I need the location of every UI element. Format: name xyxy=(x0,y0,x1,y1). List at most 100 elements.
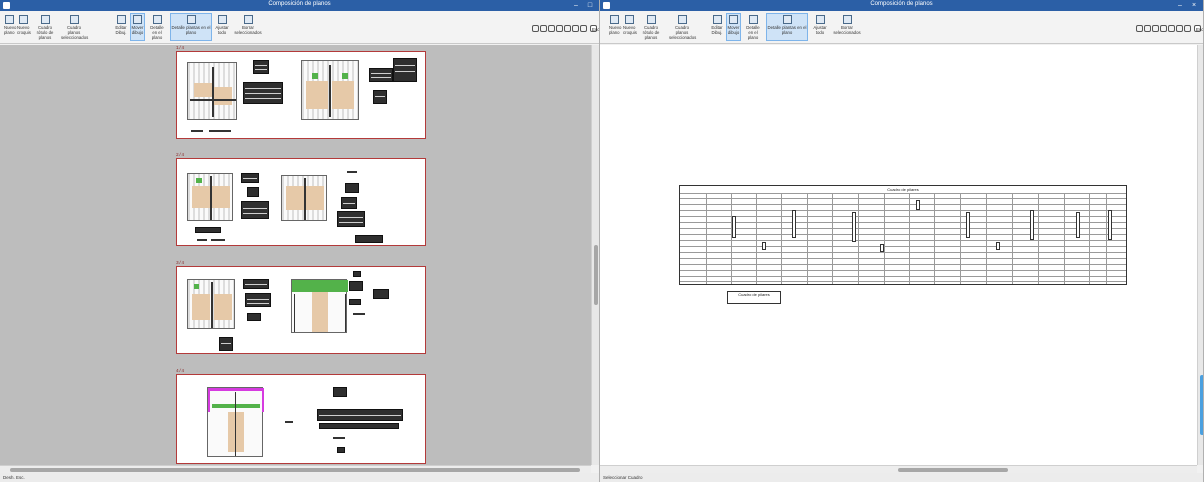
table-row-line xyxy=(680,264,1126,265)
scroll-thumb[interactable] xyxy=(10,468,580,472)
detail-button[interactable]: Detalle en el plano xyxy=(147,13,167,41)
floor-plan[interactable] xyxy=(281,175,327,221)
scroll-thumb[interactable] xyxy=(1200,375,1203,435)
table-row-line xyxy=(680,240,1126,241)
scale-select[interactable]: Esc. xyxy=(590,25,599,32)
detail-button[interactable]: Detalle en el plano xyxy=(743,13,763,41)
table-column-line xyxy=(858,193,859,284)
data-table xyxy=(247,313,261,321)
move-icon xyxy=(729,15,738,24)
data-table xyxy=(243,82,283,104)
schedule-legend-box[interactable]: Cuadro de pilares xyxy=(727,291,781,304)
title-block-button[interactable]: Cuadro rótulo de planos xyxy=(638,13,664,41)
column-schedule-table[interactable]: Cuadro de pilares xyxy=(679,185,1127,285)
title-block-button[interactable]: Cuadro rótulo de planos xyxy=(32,13,58,41)
data-table xyxy=(373,289,389,299)
refresh-icon[interactable] xyxy=(572,25,580,32)
left-vertical-scrollbar[interactable] xyxy=(591,45,599,465)
table-row-line xyxy=(680,246,1126,247)
left-horizontal-scrollbar[interactable] xyxy=(0,465,591,473)
column-section-mark xyxy=(966,212,970,238)
zoom-out-icon[interactable] xyxy=(540,25,548,32)
scale-select[interactable]: Esc. xyxy=(1194,25,1203,32)
minimize-button[interactable]: – xyxy=(570,1,582,10)
column-schedule-title: Cuadro de pilares xyxy=(887,187,919,192)
maximize-button[interactable]: □ xyxy=(584,1,596,10)
move-drawing-button[interactable]: Mover dibujo xyxy=(726,13,741,41)
new-sketch-button[interactable]: Nuevo croquis xyxy=(16,13,31,41)
plan-detail-button[interactable]: Detalle plantas en el plano xyxy=(766,13,808,41)
new-sketch-button[interactable]: Nuevo croquis xyxy=(622,13,637,41)
table-column-line xyxy=(756,193,757,284)
floor-plan[interactable] xyxy=(187,173,233,221)
selected-sheets-button[interactable]: Cuadro planos seleccionados xyxy=(60,13,88,41)
close-button[interactable]: × xyxy=(1188,1,1200,10)
drawing-sheet-3[interactable] xyxy=(176,266,426,354)
table-row-line xyxy=(680,276,1126,277)
scroll-thumb[interactable] xyxy=(898,468,1008,472)
fit-all-button[interactable]: Ajustar todo xyxy=(214,13,230,41)
column-section-mark xyxy=(792,210,796,238)
move-drawing-button[interactable]: Mover dibujo xyxy=(130,13,145,41)
right-status-bar: Seleccionar Cuadro xyxy=(600,473,1203,482)
table-row-line xyxy=(680,198,1126,199)
pan-icon[interactable] xyxy=(556,25,564,32)
minimize-button[interactable]: – xyxy=(1174,1,1186,10)
table-column-line xyxy=(1106,193,1107,284)
data-table xyxy=(349,299,361,305)
elevation-drawing[interactable] xyxy=(207,387,264,457)
column-section-mark xyxy=(852,212,856,242)
sheet-list-icon xyxy=(69,15,79,24)
print-icon[interactable] xyxy=(580,25,588,32)
zoom-window-icon[interactable] xyxy=(548,25,556,32)
column-section-mark xyxy=(996,242,1000,250)
refresh-icon[interactable] xyxy=(1176,25,1184,32)
data-table xyxy=(333,387,347,397)
delete-selected-button[interactable]: Borrar seleccionados xyxy=(233,13,263,41)
edit-drawing-button[interactable]: Editar Dibuj. xyxy=(114,13,128,41)
new-sheet-button[interactable]: Nuevo plano xyxy=(3,13,16,41)
delete-selected-button[interactable]: Borrar seleccionados xyxy=(832,13,862,41)
table-column-line xyxy=(960,193,961,284)
table-column-line xyxy=(706,193,707,284)
pan-icon[interactable] xyxy=(1160,25,1168,32)
data-table xyxy=(253,60,269,74)
column-section-mark xyxy=(762,242,766,250)
sheet-list-icon xyxy=(677,15,687,24)
zoom-in-icon[interactable] xyxy=(532,25,540,32)
table-column-line xyxy=(1012,193,1013,284)
table-column-line xyxy=(731,193,732,284)
elevation-drawing[interactable] xyxy=(291,279,348,333)
floor-plan[interactable] xyxy=(301,60,359,120)
selected-sheets-button[interactable]: Cuadro planos seleccionados xyxy=(668,13,696,41)
note-text xyxy=(197,239,207,241)
edit-icon xyxy=(116,15,126,24)
drawing-sheet-2[interactable] xyxy=(176,158,426,246)
plan-detail-button[interactable]: Detalle plantas en el plano xyxy=(170,13,212,41)
table-column-line xyxy=(1064,193,1065,284)
floor-plan[interactable] xyxy=(187,62,237,120)
edit-drawing-button[interactable]: Editar Dibuj. xyxy=(710,13,724,41)
zoom-out-icon[interactable] xyxy=(1144,25,1152,32)
table-row-line xyxy=(680,210,1126,211)
right-vertical-scrollbar[interactable] xyxy=(1197,45,1203,465)
print-icon[interactable] xyxy=(1184,25,1192,32)
zoom-window-icon[interactable] xyxy=(1152,25,1160,32)
zoom-fit-icon[interactable] xyxy=(564,25,572,32)
data-table xyxy=(195,227,221,233)
zoom-in-icon[interactable] xyxy=(1136,25,1144,32)
drawing-sheet-1[interactable] xyxy=(176,51,426,139)
title-block-icon xyxy=(40,15,50,24)
fit-all-button[interactable]: Ajustar todo xyxy=(812,13,828,41)
left-window-title: Composición de planos xyxy=(268,1,331,7)
table-row-line xyxy=(680,281,1126,282)
scroll-thumb[interactable] xyxy=(594,245,598,305)
zoom-fit-icon[interactable] xyxy=(1168,25,1176,32)
table-row-line xyxy=(680,258,1126,259)
table-row-line xyxy=(680,234,1126,235)
floor-plan[interactable] xyxy=(187,279,235,329)
new-sheet-button[interactable]: Nuevo plano xyxy=(608,13,621,41)
right-title-bar: Composición de planos – × xyxy=(600,0,1203,11)
right-horizontal-scrollbar[interactable] xyxy=(600,465,1197,473)
drawing-sheet-4[interactable] xyxy=(176,374,426,464)
